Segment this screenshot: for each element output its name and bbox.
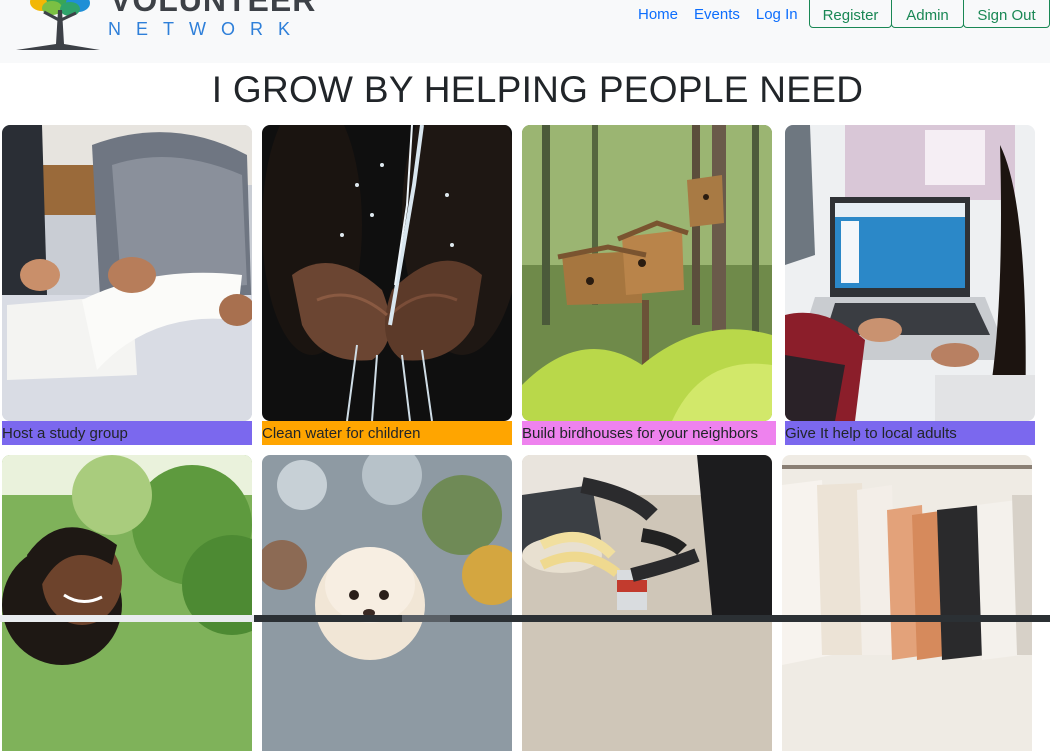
laptop-typing-photo[interactable] (785, 125, 1035, 421)
scrollbar-thumb[interactable] (402, 615, 450, 622)
horizontal-scrollbar[interactable] (254, 615, 1050, 622)
study-group-photo[interactable] (2, 125, 252, 421)
nav-events-link[interactable]: Events (686, 0, 748, 30)
register-button[interactable]: Register (809, 0, 892, 28)
card-caption: Give It help to local adults (785, 421, 1035, 445)
nav-login-link[interactable]: Log In (748, 0, 806, 30)
navbar: VOLUNTEER NETWORK Home Events Log In Reg… (0, 0, 1050, 63)
admin-button[interactable]: Admin (891, 0, 964, 28)
card-caption: Host a study group (2, 421, 252, 445)
brand-wordmark[interactable]: VOLUNTEER (110, 0, 316, 16)
tree-logo-icon[interactable] (14, 0, 104, 52)
water-hands-photo[interactable] (262, 125, 512, 421)
clothing-rack-photo[interactable] (782, 455, 1032, 751)
white-dog-photo[interactable] (262, 455, 512, 751)
birdhouses-photo[interactable] (522, 125, 772, 421)
card-caption: Build birdhouses for your neighbors (522, 421, 776, 445)
bottom-strip (0, 615, 254, 622)
nav-home-link[interactable]: Home (630, 0, 686, 30)
sign-out-button[interactable]: Sign Out (963, 0, 1050, 28)
brand-subtitle[interactable]: NETWORK (108, 18, 305, 40)
food-donation-photo[interactable] (522, 455, 772, 751)
nav-links: Home Events Log In (630, 0, 806, 30)
card-caption: Clean water for children (262, 421, 512, 445)
page-title: I GROW BY HELPING PEOPLE NEED (211, 69, 864, 110)
smiling-girl-photo[interactable] (2, 455, 252, 751)
